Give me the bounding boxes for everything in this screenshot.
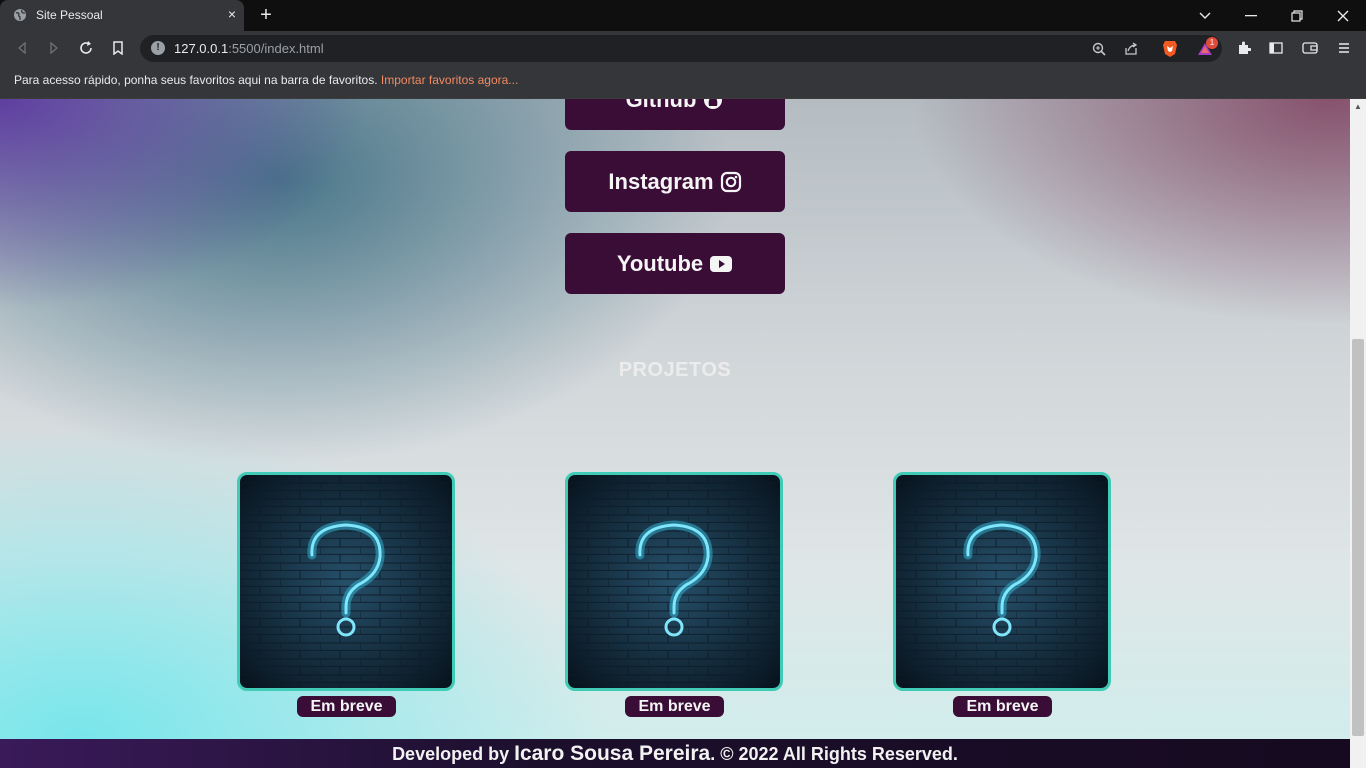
minimize-icon[interactable]: [1228, 0, 1274, 31]
wallet-icon[interactable]: [1298, 36, 1322, 60]
reload-icon[interactable]: [74, 36, 98, 60]
project-label: Em breve: [625, 696, 724, 717]
bookmarks-bar: Para acesso rápido, ponha seus favoritos…: [0, 65, 1366, 99]
scroll-up-icon[interactable]: ▲: [1353, 103, 1363, 111]
vertical-scrollbar[interactable]: ▲: [1350, 99, 1366, 768]
question-mark-icon: [240, 475, 452, 688]
share-icon[interactable]: [1122, 40, 1140, 58]
menu-icon[interactable]: [1332, 36, 1356, 60]
page-viewport: Github Instagram Youtube PROJETOS Em bre…: [0, 99, 1350, 768]
browser-toolbar: ! 127.0.0.1:5500/index.html 1: [0, 31, 1366, 65]
project-card[interactable]: [565, 472, 783, 691]
instagram-button[interactable]: Instagram: [565, 151, 785, 212]
projects-title: PROJETOS: [618, 359, 732, 381]
globe-icon: [14, 9, 26, 21]
bookmarks-message: Para acesso rápido, ponha seus favoritos…: [14, 73, 519, 87]
import-bookmarks-link[interactable]: Importar favoritos agora...: [381, 73, 518, 87]
github-icon: [704, 99, 723, 109]
site-info-icon[interactable]: !: [151, 41, 165, 55]
tab-title: Site Pessoal: [36, 8, 103, 22]
sidebar-icon[interactable]: [1264, 36, 1288, 60]
project-card[interactable]: [893, 472, 1111, 691]
extensions-icon[interactable]: [1232, 36, 1256, 60]
footer-prefix: Developed by: [392, 744, 515, 764]
restore-icon[interactable]: [1274, 0, 1320, 31]
question-mark-icon: [896, 475, 1108, 688]
youtube-button[interactable]: Youtube: [565, 233, 785, 294]
address-bar[interactable]: ! 127.0.0.1:5500/index.html 1: [140, 35, 1222, 62]
bookmark-icon[interactable]: [106, 36, 130, 60]
forward-icon[interactable]: [42, 36, 66, 60]
project-card[interactable]: [237, 472, 455, 691]
brave-rewards-icon[interactable]: 1: [1196, 37, 1218, 58]
instagram-icon: [720, 171, 741, 192]
project-label: Em breve: [953, 696, 1052, 717]
footer-suffix: . © 2022 All Rights Reserved.: [710, 744, 958, 764]
zoom-icon[interactable]: [1090, 40, 1108, 58]
new-tab-button[interactable]: +: [256, 5, 276, 25]
youtube-icon: [710, 255, 733, 272]
scrollbar-thumb[interactable]: [1352, 339, 1364, 736]
close-window-icon[interactable]: [1320, 0, 1366, 31]
project-label: Em breve: [297, 696, 396, 717]
github-button[interactable]: Github: [565, 99, 785, 130]
tab-search-icon[interactable]: [1182, 0, 1228, 31]
back-icon[interactable]: [10, 36, 34, 60]
page-footer: Developed by Icaro Sousa Pereira. © 2022…: [0, 739, 1350, 768]
notification-badge: 1: [1206, 37, 1218, 49]
github-label: Github: [625, 99, 697, 112]
active-tab[interactable]: Site Pessoal ×: [0, 0, 244, 31]
youtube-label: Youtube: [616, 250, 704, 276]
instagram-label: Instagram: [608, 168, 714, 194]
question-mark-icon: [568, 475, 780, 688]
brave-shield-icon[interactable]: [1161, 40, 1179, 58]
url-text: 127.0.0.1:5500/index.html: [174, 41, 324, 56]
close-tab-icon[interactable]: ×: [224, 6, 240, 22]
footer-author-name: Icaro Sousa Pereira: [514, 742, 711, 765]
tab-strip: Site Pessoal × +: [0, 0, 1366, 31]
